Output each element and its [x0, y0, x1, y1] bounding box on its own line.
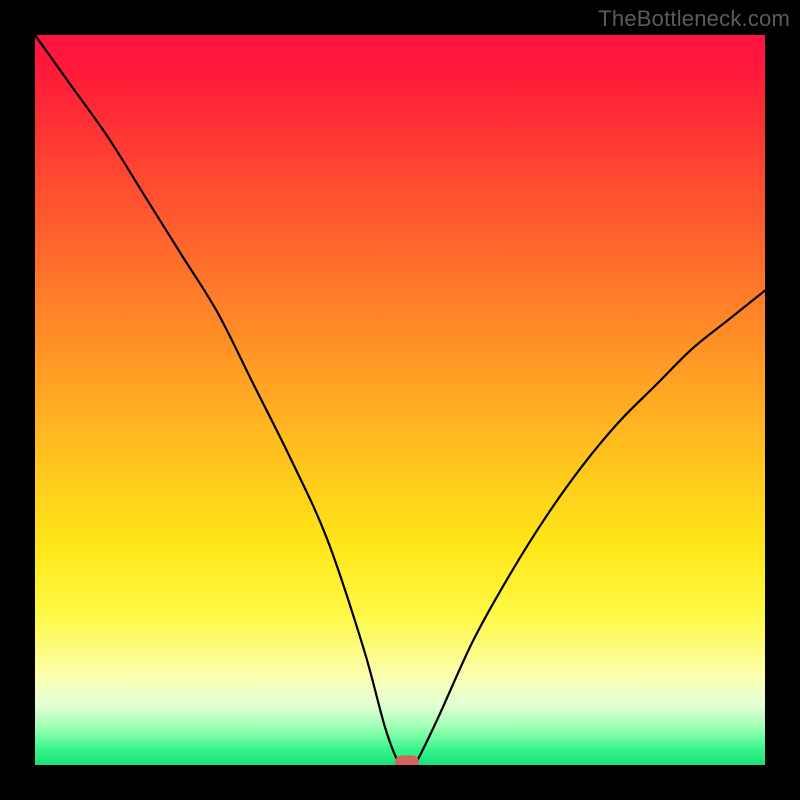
- watermark-text: TheBottleneck.com: [598, 6, 790, 32]
- curve-svg: [35, 35, 765, 765]
- bottleneck-curve: [35, 35, 765, 765]
- minimum-marker: [395, 756, 419, 766]
- chart-frame: TheBottleneck.com: [0, 0, 800, 800]
- plot-area: [35, 35, 765, 765]
